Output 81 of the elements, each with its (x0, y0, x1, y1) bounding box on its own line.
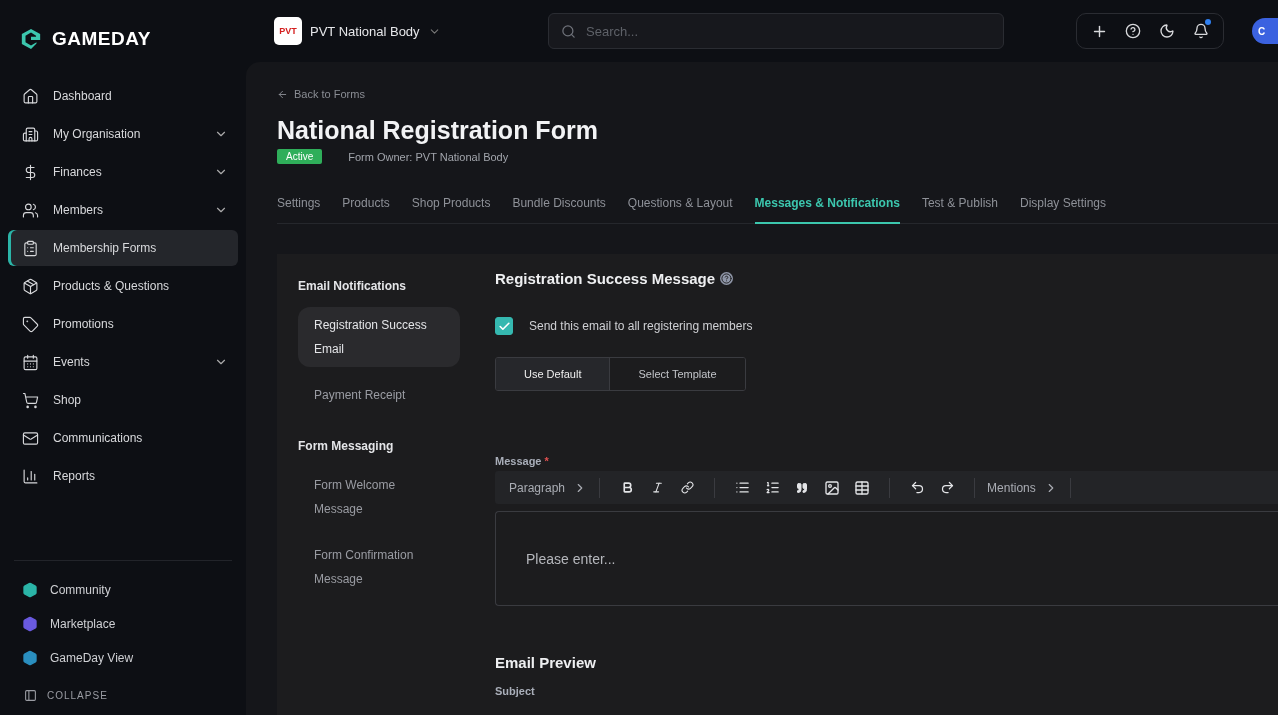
search-icon (561, 23, 576, 39)
nav-icon (22, 391, 39, 409)
message-input[interactable]: Please enter... (524, 549, 1278, 568)
checkbox[interactable] (495, 317, 513, 335)
search-input[interactable]: Search... (584, 22, 991, 40)
section-title: Registration Success Message (495, 270, 716, 287)
status-badge: Active (277, 149, 323, 164)
nav-icon (22, 277, 39, 295)
panel-icon (24, 688, 37, 702)
sidebar-item[interactable]: Promotions (8, 306, 238, 342)
nav-icon (22, 353, 39, 371)
image-icon (824, 479, 841, 496)
sidebar-item[interactable]: Membership Forms (8, 230, 238, 266)
preview-heading: Email Preview (495, 654, 597, 671)
required-mark: * (544, 455, 549, 467)
sidebar-item[interactable]: Reports (8, 458, 238, 494)
tab[interactable]: Test & Publish (921, 196, 998, 224)
sidebar-item[interactable]: Products & Questions (8, 268, 238, 304)
nav-icon (22, 315, 39, 333)
nav-icon (22, 429, 39, 447)
app-link[interactable]: Marketplace (8, 607, 238, 641)
organisation-selector[interactable]: PVT PVT National Body (274, 17, 530, 45)
template-option-button[interactable]: Use Default (496, 358, 610, 390)
tab[interactable]: Settings (277, 196, 321, 224)
nav-icon (22, 125, 39, 143)
help-icon[interactable] (720, 272, 734, 285)
subnav-item[interactable]: Form Welcome Message (298, 467, 460, 527)
field-label: Message * (495, 455, 550, 467)
nav-icon (22, 239, 39, 257)
section-heading: Email Notifications (298, 279, 408, 293)
subject-label: Subject (495, 685, 536, 697)
italic-icon (650, 481, 664, 494)
brand-name: GAMEDAY (52, 28, 151, 50)
back-link[interactable]: Back to Forms (277, 88, 365, 100)
tab[interactable]: Products (342, 196, 390, 224)
bullet-list-icon (734, 480, 750, 495)
tab[interactable]: Bundle Discounts (512, 196, 606, 224)
form-owner: Form Owner: PVT National Body (348, 150, 509, 163)
arrow-left-icon (277, 88, 288, 100)
subnav-item[interactable]: Payment Receipt (298, 377, 460, 413)
user-avatar[interactable]: C (1252, 18, 1278, 44)
bold-icon (620, 481, 634, 494)
nav-icon (22, 467, 39, 485)
sidebar-item[interactable]: My Organisation (8, 116, 238, 152)
numbered-list-icon (764, 480, 780, 495)
link-icon (680, 481, 694, 494)
collapse-button[interactable]: COLLAPSE (8, 675, 238, 715)
nav-icon (22, 201, 39, 219)
checkbox-label: Send this email to all registering members (529, 319, 753, 333)
sidebar-item[interactable]: Events (8, 344, 238, 380)
app-link[interactable]: Community (8, 573, 238, 607)
redo-icon (939, 480, 955, 495)
search-field[interactable]: Search... (548, 13, 1004, 49)
quote-icon (796, 481, 809, 494)
subnav-item[interactable]: Form Confirmation Message (298, 537, 460, 597)
org-logo: PVT (274, 17, 302, 45)
tab[interactable]: Display Settings (1020, 196, 1107, 224)
sidebar-item[interactable]: Finances (8, 154, 238, 190)
undo-icon (909, 480, 925, 495)
bell-icon (1193, 23, 1209, 39)
app-link[interactable]: GameDay View (8, 641, 238, 675)
sidebar-item[interactable]: Members (8, 192, 238, 228)
tab[interactable]: Messages & Notifications (754, 196, 900, 224)
nav-icon (22, 87, 39, 105)
logo-icon (20, 28, 42, 50)
section-heading: Form Messaging (298, 439, 395, 453)
sidebar-item[interactable]: Dashboard (8, 78, 238, 114)
template-option-button[interactable]: Select Template (609, 358, 745, 390)
sidebar-item[interactable]: Shop (8, 382, 238, 418)
sidebar-item[interactable]: Communications (8, 420, 238, 456)
tab[interactable]: Questions & Layout (627, 196, 733, 224)
paragraph-dropdown[interactable]: Paragraph (509, 480, 588, 495)
table-icon (854, 479, 871, 496)
moon-icon (1159, 23, 1175, 39)
message-editor[interactable]: Please enter... (495, 511, 1278, 606)
check-icon (497, 319, 511, 333)
help-icon (1125, 23, 1141, 39)
subnav-item[interactable]: Registration Success Email (298, 307, 460, 367)
mentions-dropdown[interactable]: Mentions (987, 480, 1058, 495)
tab[interactable]: Shop Products (411, 196, 491, 224)
page-title: National Registration Form (277, 116, 599, 145)
